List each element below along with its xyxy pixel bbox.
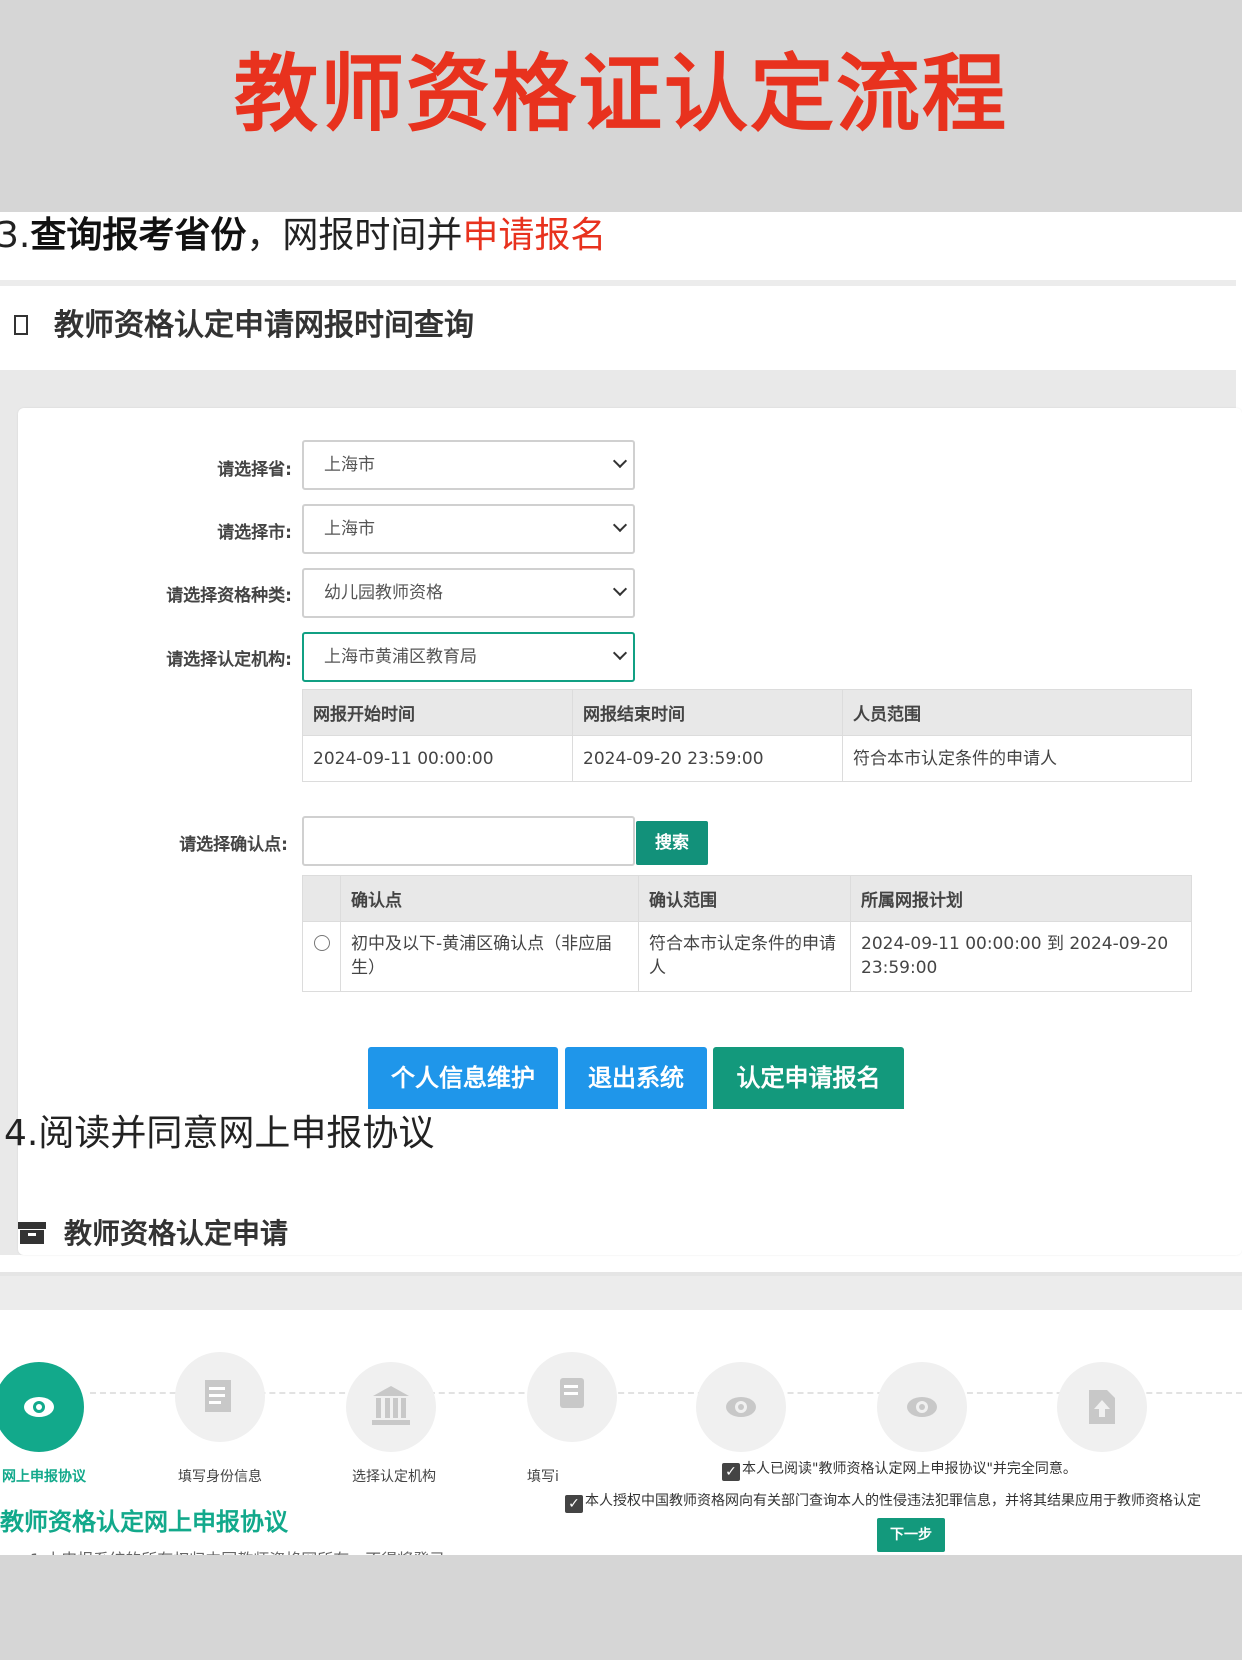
archive-icon <box>18 1222 46 1244</box>
apply-gray-band <box>0 1276 1242 1310</box>
column-header: 确认点 <box>340 875 639 922</box>
divider <box>0 280 1236 286</box>
agree-check-2[interactable]: ✓ 本人授权中国教师资格网向有关部门查询本人的性侵违法犯罪信息，并将其结果应用于教… <box>565 1490 1201 1513</box>
table-row: 2024-09-11 00:00:00 2024-09-20 23:59:00 … <box>302 735 1192 782</box>
table-header-row: 网报开始时间 网报结束时间 人员范围 <box>302 689 1192 736</box>
agree-check-1[interactable]: ✓ 本人已阅读"教师资格认定网上申报协议"并完全同意。 <box>722 1458 1077 1481</box>
qualification-label: 请选择资格种类: <box>166 586 292 606</box>
eye-icon <box>907 1397 937 1417</box>
checkbox-checked-icon[interactable]: ✓ <box>565 1495 583 1513</box>
next-button[interactable]: 下一步 <box>877 1518 945 1552</box>
column-header: 所属网报计划 <box>850 875 1192 922</box>
upload-file-icon <box>1089 1390 1115 1424</box>
search-button[interactable]: 搜索 <box>636 821 708 865</box>
qualification-select[interactable]: 幼儿园教师资格 <box>302 568 635 618</box>
square-icon <box>14 314 28 335</box>
chevron-down-icon <box>612 645 628 661</box>
table-cell: 符合本市认定条件的申请人 <box>638 921 851 992</box>
province-select[interactable]: 上海市 <box>302 440 635 490</box>
institution-icon <box>372 1386 410 1425</box>
wizard-step-5 <box>696 1362 786 1452</box>
agency-select[interactable]: 上海市黄浦区教育局 <box>302 632 635 682</box>
apply-section-title: 教师资格认定申请 <box>64 1217 289 1250</box>
column-header: 人员范围 <box>842 689 1192 736</box>
time-table: 网报开始时间 网报结束时间 人员范围 2024-09-11 00:00:00 2… <box>302 689 1192 782</box>
query-section-title: 教师资格认定申请网报时间查询 <box>54 308 474 343</box>
step3-plain-text: 网报时间并 <box>282 215 463 256</box>
chevron-down-icon <box>612 517 628 533</box>
personal-info-button[interactable]: 个人信息维护 <box>368 1047 558 1109</box>
city-label: 请选择市: <box>217 523 292 543</box>
wizard-step-1 <box>0 1362 84 1452</box>
table-cell: 2024-09-11 00:00:00 到 2024-09-20 23:59:0… <box>850 921 1192 992</box>
content-panel: 3.查询报考省份，网报时间并申请报名 教师资格认定申请网报时间查询 请选择省: … <box>0 212 1242 1555</box>
column-header: 网报结束时间 <box>572 689 843 736</box>
step4-heading: 4.阅读并同意网上申报协议 <box>4 1113 435 1154</box>
wizard-step-3 <box>346 1362 436 1452</box>
agree-check-1-text: 本人已阅读"教师资格认定网上申报协议"并完全同意。 <box>742 1461 1077 1477</box>
wizard-label-2: 填写身份信息 <box>178 1469 262 1485</box>
wizard-label-4: 填写i <box>527 1469 559 1485</box>
wizard-label-3: 选择认定机构 <box>352 1469 436 1485</box>
document-icon <box>560 1378 584 1408</box>
province-value: 上海市 <box>324 455 375 475</box>
table-cell: 初中及以下-黄浦区确认点（非应届生） <box>340 921 639 992</box>
logout-button[interactable]: 退出系统 <box>565 1047 707 1109</box>
wizard-step-4 <box>527 1352 617 1442</box>
city-select[interactable]: 上海市 <box>302 504 635 554</box>
table-row[interactable]: 初中及以下-黄浦区确认点（非应届生） 符合本市认定条件的申请人 2024-09-… <box>302 921 1192 992</box>
eye-icon <box>726 1397 756 1417</box>
wizard-step-2 <box>175 1352 265 1442</box>
title-band: 教师资格证认定流程 <box>0 0 1242 212</box>
wizard-step-6 <box>877 1362 967 1452</box>
edit-form-icon <box>205 1380 231 1412</box>
agency-label: 请选择认定机构: <box>166 650 292 670</box>
table-header-row: 确认点 确认范围 所属网报计划 <box>302 875 1192 922</box>
step3-heading: 3.查询报考省份，网报时间并申请报名 <box>0 214 606 258</box>
chevron-down-icon <box>612 453 628 469</box>
table-cell: 符合本市认定条件的申请人 <box>842 735 1192 782</box>
step3-bold-text: 查询报考省份 <box>30 215 247 256</box>
confirm-point-input[interactable] <box>302 816 635 866</box>
confirm-point-label: 请选择确认点: <box>179 835 288 855</box>
agreement-title: 教师资格认定网上申报协议 <box>0 1508 288 1536</box>
step3-comma: ， <box>246 215 283 256</box>
table-cell: 2024-09-20 23:59:00 <box>572 735 843 782</box>
wizard-step-7 <box>1057 1362 1147 1452</box>
page-title: 教师资格证认定流程 <box>233 45 1008 143</box>
agree-check-2-text: 本人授权中国教师资格网向有关部门查询本人的性侵违法犯罪信息，并将其结果应用于教师… <box>585 1493 1201 1509</box>
checkbox-checked-icon[interactable]: ✓ <box>722 1463 740 1481</box>
agency-value: 上海市黄浦区教育局 <box>324 647 477 667</box>
column-header <box>302 875 341 922</box>
column-header: 网报开始时间 <box>302 689 573 736</box>
radio-button[interactable] <box>313 935 330 951</box>
apply-section-heading: 教师资格认定申请 <box>18 1212 288 1252</box>
chevron-down-icon <box>612 581 628 597</box>
confirm-point-table: 确认点 确认范围 所属网报计划 初中及以下-黄浦区确认点（非应届生） 符合本市认… <box>302 875 1192 992</box>
eye-icon <box>24 1397 54 1417</box>
query-section-heading: 教师资格认定申请网报时间查询 <box>14 300 474 344</box>
radio-cell[interactable] <box>302 921 341 992</box>
table-cell: 2024-09-11 00:00:00 <box>302 735 573 782</box>
column-header: 确认范围 <box>638 875 851 922</box>
qualification-value: 幼儿园教师资格 <box>324 583 443 603</box>
province-label: 请选择省: <box>217 460 292 480</box>
agreement-text-cut: 1.本申报系统的所有权归中国教师资格网所有，不得将登录 <box>30 1546 445 1555</box>
wizard-label-1: 网上申报协议 <box>2 1469 86 1485</box>
apply-button[interactable]: 认定申请报名 <box>713 1047 904 1109</box>
step3-red-text: 申请报名 <box>462 215 607 256</box>
step3-number: 3. <box>0 215 31 256</box>
city-value: 上海市 <box>324 519 375 539</box>
